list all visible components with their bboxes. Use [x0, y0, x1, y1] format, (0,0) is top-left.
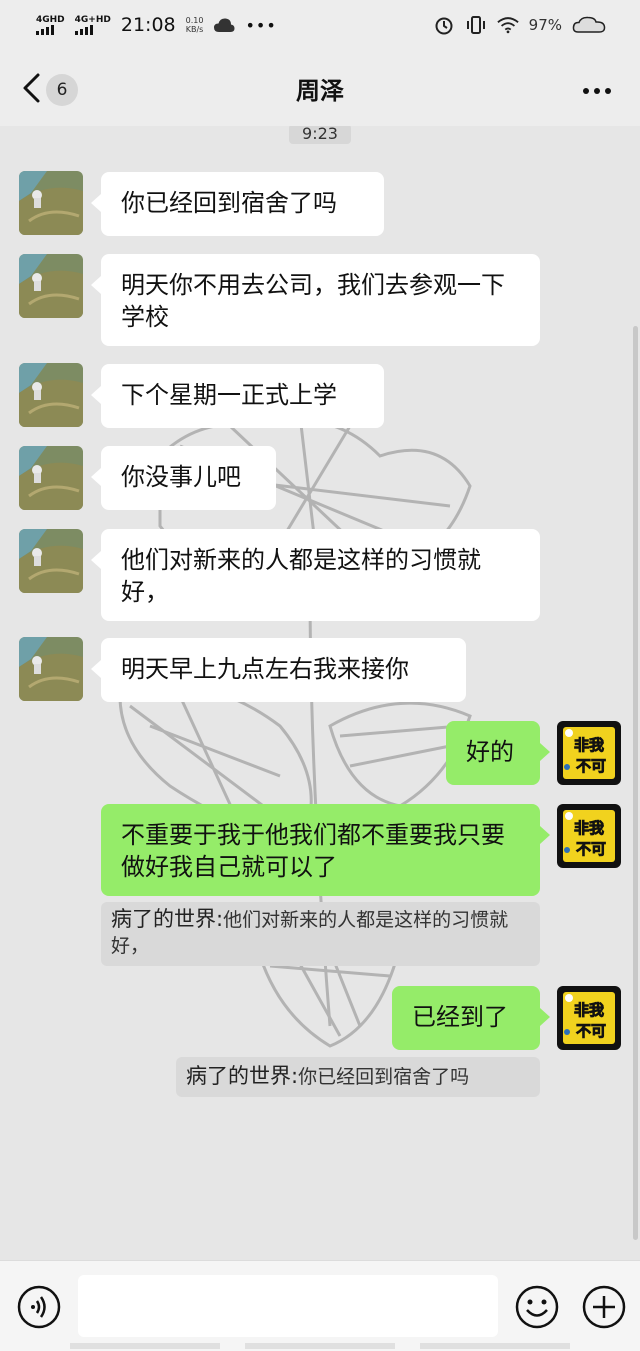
page-title: 周泽 — [296, 76, 344, 105]
contact-avatar[interactable] — [19, 529, 83, 593]
battery-icon — [572, 14, 606, 36]
nav-indicator — [0, 1343, 640, 1351]
my-avatar[interactable]: 非我 不可 — [557, 721, 621, 785]
my-avatar[interactable]: 非我 不可 — [557, 804, 621, 868]
my-avatar-text: 非我 — [574, 736, 604, 754]
voice-icon — [17, 1285, 61, 1329]
contact-avatar[interactable] — [19, 254, 83, 318]
quote-sender: 病了的世界: — [186, 1064, 299, 1088]
message-input[interactable] — [78, 1275, 498, 1337]
signal-bars-icon — [74, 25, 93, 35]
contact-avatar[interactable] — [19, 637, 83, 701]
more-options-button[interactable] — [582, 80, 612, 99]
chevron-left-icon — [20, 72, 42, 108]
my-avatar-text: 不可 — [576, 757, 606, 775]
incoming-message[interactable]: 你没事儿吧 — [91, 446, 276, 510]
signal-label: 4G+HD — [74, 15, 111, 25]
my-avatar-text: 非我 — [574, 1001, 604, 1019]
back-button[interactable]: 6 — [20, 72, 78, 108]
voice-button[interactable] — [17, 1285, 61, 1333]
incoming-message[interactable]: 他们对新来的人都是这样的习惯就好， — [91, 529, 540, 621]
clock: 21:08 — [120, 14, 176, 36]
incoming-message[interactable]: 下个星期一正式上学 — [91, 364, 384, 428]
my-avatar-text: 不可 — [576, 1022, 606, 1040]
unread-badge: 6 — [46, 74, 78, 106]
ellipsis-icon — [583, 88, 611, 94]
outgoing-message[interactable]: 好的 — [446, 721, 550, 785]
time-divider: 9:23 — [289, 126, 351, 144]
outgoing-message[interactable]: 不重要于我于他我们都不重要我只要做好我自己就可以了 — [101, 804, 550, 896]
contact-avatar[interactable] — [19, 171, 83, 235]
emoji-button[interactable] — [515, 1285, 559, 1333]
outgoing-message[interactable]: 已经到了 — [392, 986, 550, 1050]
incoming-message[interactable]: 你已经回到宿舍了吗 — [91, 172, 384, 236]
contact-avatar[interactable] — [19, 363, 83, 427]
my-avatar-text: 不可 — [576, 840, 606, 858]
more-functions-button[interactable] — [582, 1285, 626, 1333]
signal-indicator-1: 4GHD — [36, 15, 65, 35]
my-avatar-text: 非我 — [574, 819, 604, 837]
quoted-reply[interactable]: 病了的世界:你已经回到宿舍了吗 — [176, 1057, 540, 1097]
input-bar — [0, 1260, 640, 1351]
battery-level: 97% — [528, 16, 562, 34]
quote-text: 你已经回到宿舍了吗 — [298, 1066, 470, 1088]
chat-area[interactable]: 9:23 你已经回到宿舍了吗 明天你不用去公司，我们去参观一下学校 下个星期一正… — [0, 126, 640, 1260]
vibrate-icon — [465, 14, 487, 36]
plus-icon — [582, 1285, 626, 1329]
signal-label: 4GHD — [36, 15, 65, 25]
chat-header: 6 周泽 — [0, 50, 640, 126]
scrollbar[interactable] — [633, 326, 638, 1240]
net-speed: 0.10 KB/s — [186, 16, 204, 34]
signal-indicator-2: 4G+HD — [74, 15, 111, 35]
quoted-reply[interactable]: 病了的世界:他们对新来的人都是这样的习惯就好， — [101, 902, 540, 966]
net-speed-value: 0.10 — [185, 16, 204, 25]
incoming-message[interactable]: 明天早上九点左右我来接你 — [91, 638, 466, 702]
signal-bars-icon — [36, 25, 54, 35]
my-avatar[interactable]: 非我 不可 — [557, 986, 621, 1050]
contact-avatar[interactable] — [19, 446, 83, 510]
incoming-message[interactable]: 明天你不用去公司，我们去参观一下学校 — [91, 254, 540, 346]
alarm-icon — [433, 14, 455, 36]
status-bar: 4GHD 4G+HD 21:08 0.10 KB/s ••• 97% — [0, 0, 640, 50]
more-dots-icon: ••• — [245, 15, 277, 35]
wifi-icon — [496, 14, 519, 36]
net-speed-unit: KB/s — [185, 25, 204, 34]
quote-sender: 病了的世界: — [111, 907, 224, 931]
emoji-icon — [515, 1285, 559, 1329]
cloud-icon — [213, 14, 235, 36]
